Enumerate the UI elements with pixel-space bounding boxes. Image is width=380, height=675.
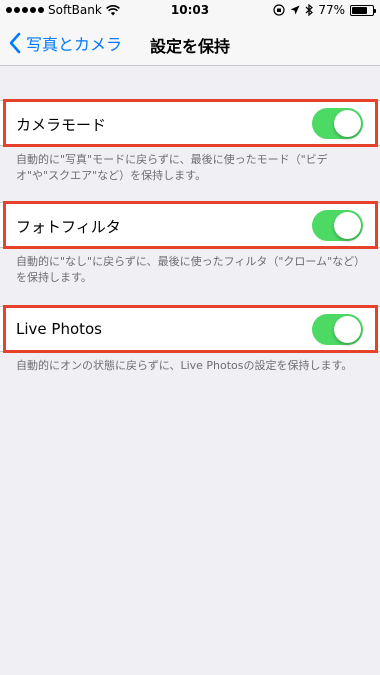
- setting-label: カメラモード: [16, 116, 107, 134]
- setting-cell-photo-filter: フォトフィルタ: [0, 201, 380, 249]
- location-icon: [290, 5, 300, 15]
- toggle-knob: [334, 316, 361, 343]
- setting-footer: 自動的に"なし"に戻らずに、最後に使ったフィルタ（"クローム"など）を保持します…: [16, 255, 360, 284]
- status-bar: SoftBank 10:03 77%: [0, 0, 380, 22]
- live-photos-toggle[interactable]: [312, 314, 363, 345]
- navigation-bar: 写真とカメラ 設定を保持: [0, 22, 380, 66]
- rotation-lock-icon: [273, 4, 285, 16]
- bluetooth-icon: [305, 4, 314, 16]
- setting-group-camera-mode: カメラモード 自動的に"写真"モードに戻らずに、最後に使ったモード（"ビデオ"や…: [0, 99, 380, 184]
- settings-screen: SoftBank 10:03 77% 写真とカメラ 設定を保持 カメラモード 自…: [0, 0, 380, 675]
- toggle-knob: [334, 110, 361, 137]
- camera-mode-toggle[interactable]: [312, 108, 363, 139]
- setting-footer: 自動的に"写真"モードに戻らずに、最後に使ったモード（"ビデオ"や"スクエア"な…: [16, 153, 328, 182]
- setting-cell-camera-mode: カメラモード: [0, 99, 380, 147]
- battery-percent: 77%: [318, 3, 345, 17]
- battery-icon: [350, 4, 376, 16]
- setting-label: Live Photos: [16, 320, 103, 338]
- setting-label: フォトフィルタ: [16, 218, 121, 236]
- setting-footer: 自動的にオンの状態に戻らずに、Live Photosの設定を保持します。: [16, 359, 353, 372]
- page-title: 設定を保持: [149, 37, 230, 56]
- setting-group-live-photos: Live Photos 自動的にオンの状態に戻らずに、Live Photosの設…: [0, 305, 380, 374]
- setting-cell-live-photos: Live Photos: [0, 305, 380, 353]
- status-right: 77%: [273, 3, 376, 17]
- toggle-knob: [334, 212, 361, 239]
- battery-fill: [352, 6, 368, 14]
- photo-filter-toggle[interactable]: [312, 210, 363, 241]
- setting-group-photo-filter: フォトフィルタ 自動的に"なし"に戻らずに、最後に使ったフィルタ（"クローム"な…: [0, 201, 380, 286]
